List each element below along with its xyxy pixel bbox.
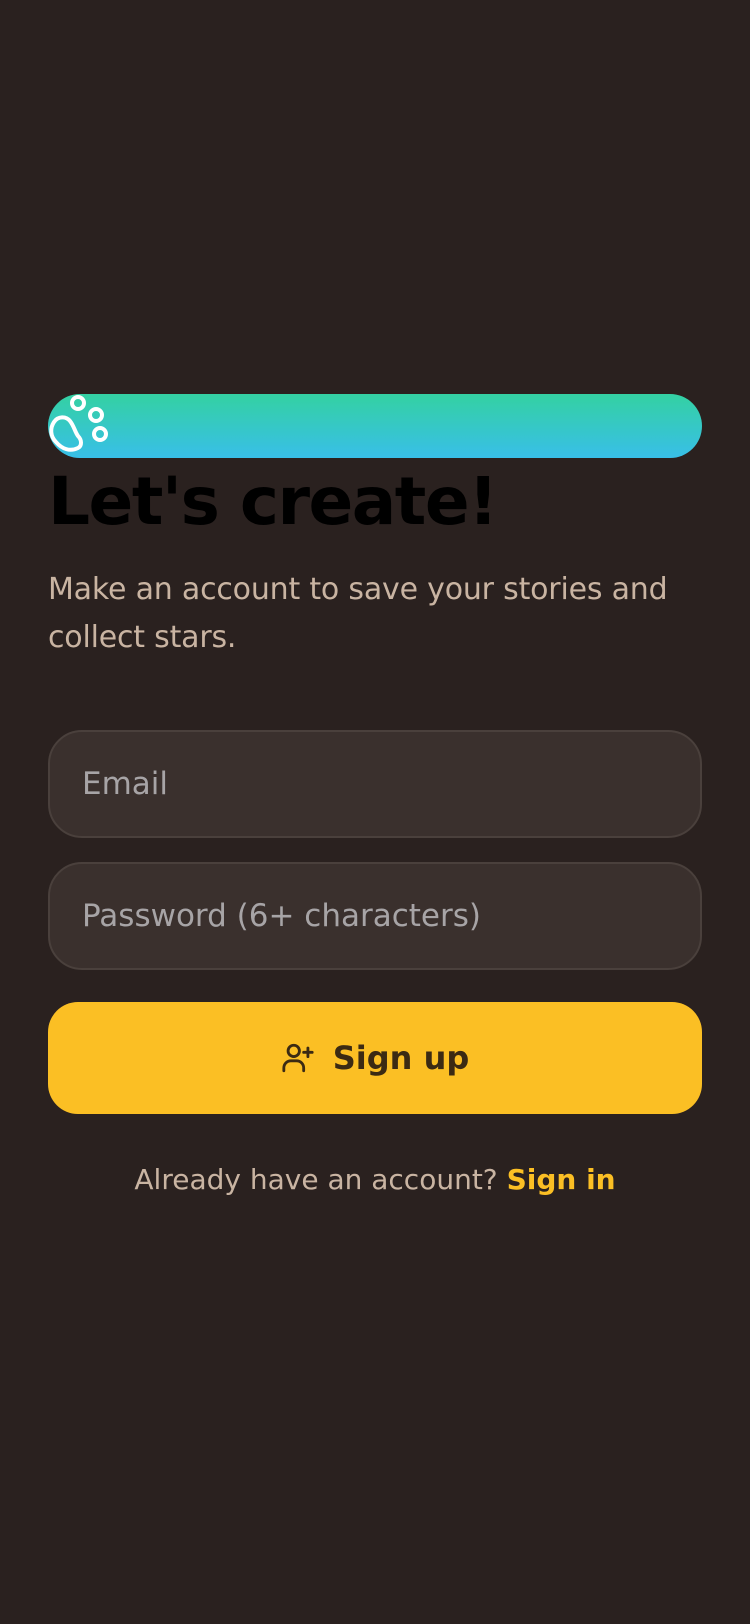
paw-icon — [49, 395, 108, 452]
email-input[interactable] — [48, 730, 702, 838]
signup-content: Let's create! Make an account to save yo… — [48, 394, 702, 1200]
user-plus-icon — [282, 1043, 314, 1073]
signup-screen: Let's create! Make an account to save yo… — [0, 0, 750, 1624]
page-subtitle: Make an account to save your stories and… — [48, 572, 668, 655]
sign-in-prompt: Already have an account? Sign in — [48, 1160, 702, 1200]
sign-in-prompt-text: Already have an account? — [134, 1163, 507, 1196]
brand-banner — [48, 394, 702, 458]
page-title: Let's create! — [48, 463, 498, 540]
sign-in-link[interactable]: Sign in — [507, 1163, 616, 1196]
sign-up-button[interactable]: Sign up — [48, 1002, 702, 1114]
password-input[interactable] — [48, 862, 702, 970]
sign-up-label: Sign up — [332, 1039, 470, 1077]
